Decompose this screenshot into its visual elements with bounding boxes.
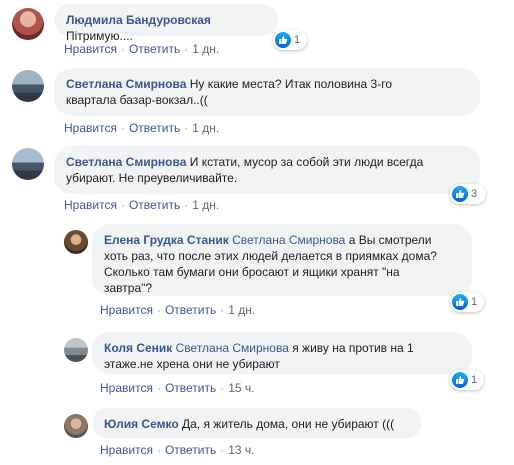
- reply-bubble: Коля Сеник Светлана Смирнова я живу на п…: [92, 332, 472, 374]
- reply-time[interactable]: 15 ч.: [228, 381, 254, 395]
- comment-actions: Нравится · Ответить · 1 дн.: [64, 198, 219, 212]
- reaction-count[interactable]: 1: [273, 30, 307, 50]
- reaction-number: 1: [471, 374, 478, 386]
- reply-author[interactable]: Коля Сеник: [104, 341, 172, 355]
- avatar[interactable]: [64, 414, 88, 438]
- reply-text: хоть раз, что после этих людей делается …: [104, 249, 437, 263]
- reply-actions: Нравится · Ответить · 1 дн.: [100, 303, 255, 317]
- like-link[interactable]: Нравится: [100, 381, 153, 395]
- comment-text: Пітримую....: [66, 29, 133, 43]
- comment-bubble: Людмила Бандуровская Пітримую....: [54, 4, 278, 43]
- separator-dot: ·: [120, 121, 125, 135]
- reaction-number: 1: [471, 296, 478, 308]
- reply-mention[interactable]: Светлана Смирнова: [176, 341, 289, 355]
- reaction-number: 1: [294, 34, 301, 46]
- reply-time[interactable]: 13 ч.: [228, 443, 254, 457]
- reply-text: этаже.не хрена они не убирают: [104, 357, 280, 371]
- comment-time[interactable]: 1 дн.: [192, 198, 219, 212]
- separator-dot: ·: [156, 443, 161, 457]
- comment-time[interactable]: 1 дн.: [192, 121, 219, 135]
- separator-dot: ·: [120, 42, 125, 56]
- reply-link[interactable]: Ответить: [129, 198, 180, 212]
- reply-text: завтра"?: [104, 281, 153, 295]
- reaction-count[interactable]: 3: [450, 184, 486, 204]
- comment-author[interactable]: Светлана Смирнова: [66, 155, 186, 169]
- reply-link[interactable]: Ответить: [165, 303, 216, 317]
- separator-dot: ·: [156, 381, 161, 395]
- reply-author[interactable]: Юлия Семко: [104, 417, 179, 431]
- comment-actions: Нравится · Ответить · 1 дн.: [64, 42, 219, 56]
- reply-text: Да, я житель дома, они не убирают (((: [182, 417, 395, 431]
- reaction-count[interactable]: 1: [450, 292, 484, 312]
- like-link[interactable]: Нравится: [100, 303, 153, 317]
- like-link[interactable]: Нравится: [64, 121, 117, 135]
- avatar[interactable]: [64, 338, 88, 362]
- reply-link[interactable]: Ответить: [165, 443, 216, 457]
- reply-text: а Вы смотрели: [348, 233, 432, 247]
- comment-text: убирают. Не преувеличивайте.: [66, 171, 238, 185]
- reaction-number: 3: [471, 188, 478, 200]
- separator-dot: ·: [184, 198, 189, 212]
- like-icon: [452, 372, 468, 388]
- like-icon: [452, 294, 468, 310]
- comment-author[interactable]: Светлана Смирнова: [66, 77, 186, 91]
- reply-bubble: Юлия Семко Да, я житель дома, они не уби…: [92, 408, 422, 438]
- avatar[interactable]: [12, 70, 44, 102]
- reply-author[interactable]: Елена Грудка Станик: [104, 233, 229, 247]
- reply-link[interactable]: Ответить: [129, 42, 180, 56]
- reply-mention[interactable]: Светлана Смирнова: [232, 233, 345, 247]
- reply-text: Сколько там бумаги они бросают и ящики х…: [104, 265, 400, 279]
- reply-time[interactable]: 1 дн.: [228, 303, 255, 317]
- comment-bubble: Светлана Смирнова Ну какие места? Итак п…: [54, 68, 480, 116]
- comment-time[interactable]: 1 дн.: [192, 42, 219, 56]
- separator-dot: ·: [184, 121, 189, 135]
- comment-author[interactable]: Людмила Бандуровская: [66, 13, 211, 27]
- comment-bubble: Светлана Смирнова И кстати, мусор за соб…: [54, 146, 480, 194]
- separator-dot: ·: [220, 303, 225, 317]
- separator-dot: ·: [220, 381, 225, 395]
- separator-dot: ·: [120, 198, 125, 212]
- comment-text: И кстати, мусор за собой эти люди всегда: [189, 155, 424, 169]
- separator-dot: ·: [220, 443, 225, 457]
- reply-actions: Нравится · Ответить · 15 ч.: [100, 381, 255, 395]
- avatar[interactable]: [12, 8, 44, 40]
- like-link[interactable]: Нравится: [64, 42, 117, 56]
- like-icon: [275, 32, 291, 48]
- reply-text: я живу на против на 1: [292, 341, 414, 355]
- reply-bubble: Елена Грудка Станик Светлана Смирнова а …: [92, 224, 472, 296]
- like-link[interactable]: Нравится: [64, 198, 117, 212]
- like-link[interactable]: Нравится: [100, 443, 153, 457]
- comment-text: квартала базар-вокзал..((: [66, 93, 208, 107]
- reply-link[interactable]: Ответить: [165, 381, 216, 395]
- separator-dot: ·: [184, 42, 189, 56]
- avatar[interactable]: [64, 230, 88, 254]
- reply-link[interactable]: Ответить: [129, 121, 180, 135]
- avatar[interactable]: [12, 148, 44, 180]
- reply-actions: Нравится · Ответить · 13 ч.: [100, 443, 255, 457]
- comment-actions: Нравится · Ответить · 1 дн.: [64, 121, 219, 135]
- separator-dot: ·: [156, 303, 161, 317]
- reaction-count[interactable]: 1: [450, 370, 484, 390]
- comment-text: Ну какие места? Итак половина 3-го: [189, 77, 392, 91]
- like-icon: [452, 186, 468, 202]
